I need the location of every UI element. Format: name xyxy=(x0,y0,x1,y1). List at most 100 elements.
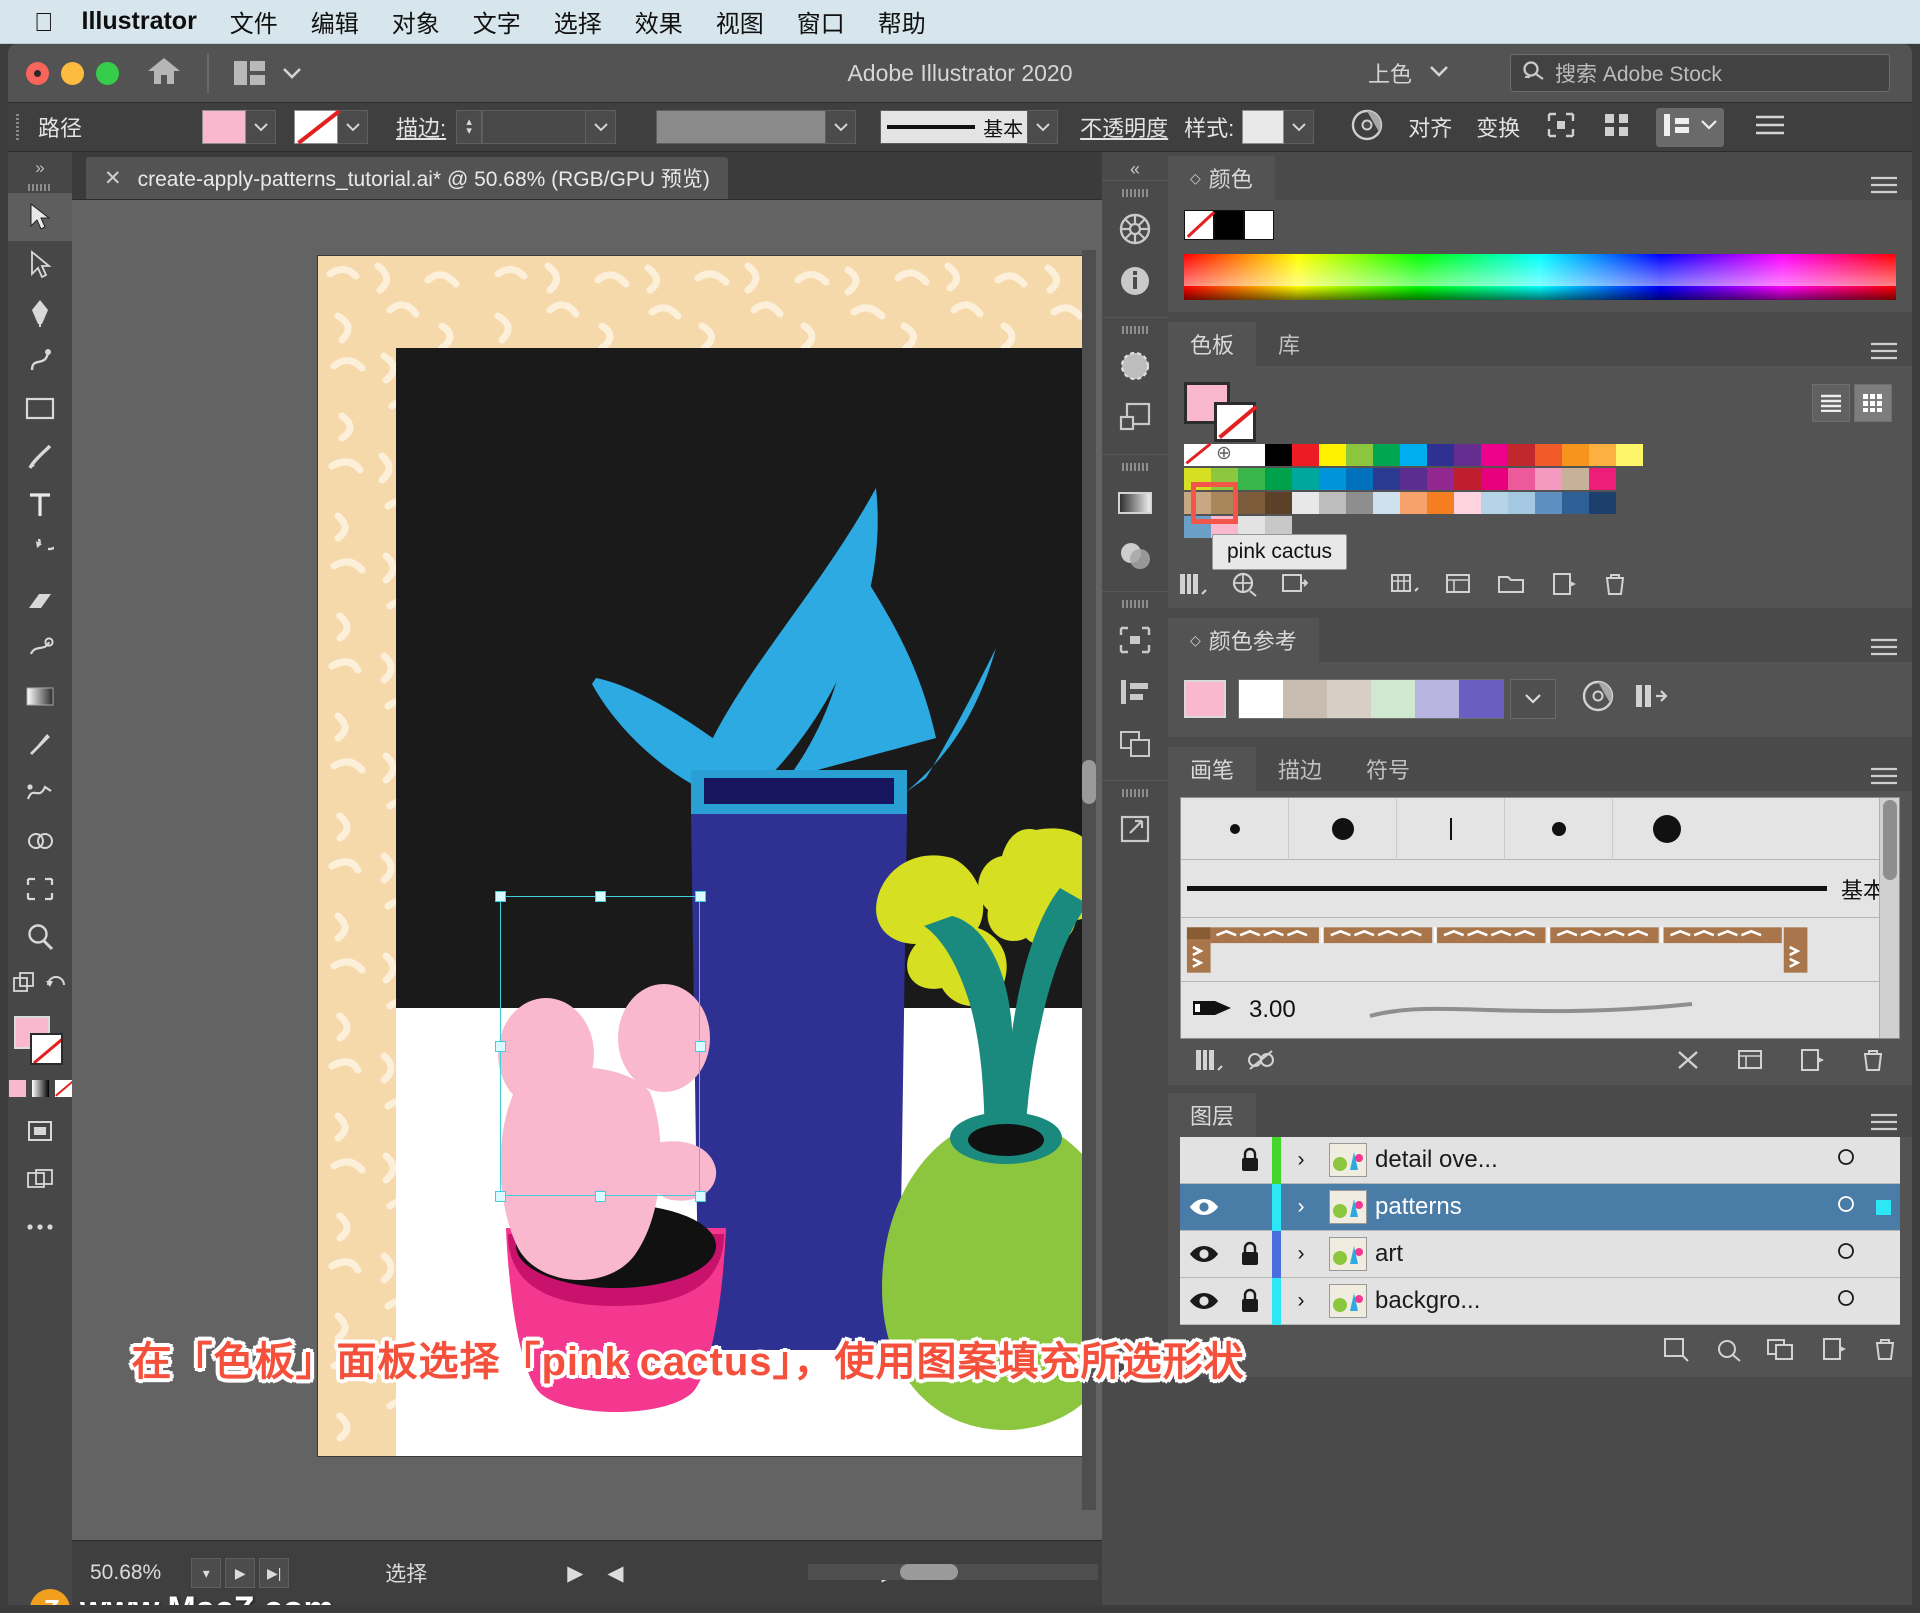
panel-menu-icon[interactable] xyxy=(1754,114,1786,141)
swatch-options-icon[interactable] xyxy=(1280,571,1309,602)
maximize-window-button[interactable] xyxy=(96,61,119,85)
pattern-circle-icon[interactable] xyxy=(1102,340,1168,392)
fill-color-swatch[interactable] xyxy=(202,110,247,144)
current-stroke-swatch[interactable] xyxy=(1214,402,1256,442)
pen-tool[interactable] xyxy=(8,289,72,337)
brush-options-panel-icon[interactable] xyxy=(1736,1047,1764,1078)
close-window-button[interactable] xyxy=(26,61,49,85)
swatch-1-11[interactable] xyxy=(1481,444,1508,466)
layer-name[interactable]: art xyxy=(1375,1240,1826,1268)
delete-layer-icon[interactable] xyxy=(1872,1336,1898,1367)
selection-handle-br[interactable] xyxy=(695,1191,706,1202)
swatch-1-16[interactable] xyxy=(1616,444,1643,466)
menu-item-edit[interactable]: 编辑 xyxy=(311,4,359,39)
make-mask-icon[interactable] xyxy=(1714,1336,1742,1367)
color-guide-harmony-strip[interactable] xyxy=(1238,678,1504,719)
swatch-3-3[interactable] xyxy=(1265,492,1292,514)
swatch-1-9[interactable] xyxy=(1427,444,1454,466)
isolate-selected-icon[interactable] xyxy=(1546,111,1576,144)
layout-switcher-icon[interactable] xyxy=(233,59,303,87)
chevron-right-icon[interactable]: › xyxy=(1281,1242,1321,1266)
lock-icon[interactable] xyxy=(1228,1288,1272,1314)
menu-item-help[interactable]: 帮助 xyxy=(878,4,926,39)
menu-item-object[interactable]: 对象 xyxy=(392,4,440,39)
delete-brush-icon[interactable] xyxy=(1860,1047,1886,1078)
canvas-horizontal-scrollbar[interactable] xyxy=(808,1564,1098,1580)
home-icon[interactable] xyxy=(147,56,181,91)
new-layer-icon[interactable] xyxy=(1820,1336,1848,1367)
brush-thin-line[interactable] xyxy=(1397,797,1505,860)
swatch-2-3[interactable] xyxy=(1265,468,1292,490)
panel-collapse-diamond-icon[interactable]: ◇ xyxy=(1190,170,1201,187)
selection-handle-mr[interactable] xyxy=(695,1041,706,1052)
rail-grip[interactable] xyxy=(1122,189,1148,197)
panel-menu-icon[interactable] xyxy=(1870,342,1898,366)
layer-selection-square[interactable] xyxy=(1866,1199,1900,1215)
rail-grip[interactable] xyxy=(1122,463,1148,471)
blend-tool[interactable] xyxy=(8,769,72,817)
brushes-scrollbar[interactable] xyxy=(1879,798,1899,1038)
brush-xl-dot[interactable] xyxy=(1613,798,1721,860)
color-guide-harmony-2[interactable] xyxy=(1327,679,1371,718)
scale-tool[interactable] xyxy=(8,625,72,673)
swatch-2-15[interactable] xyxy=(1589,468,1616,490)
artboard[interactable] xyxy=(318,256,1088,1456)
more-tools-ellipsis-icon[interactable] xyxy=(8,1203,72,1251)
swatch-options-panel-icon[interactable] xyxy=(1444,571,1472,602)
tab-libraries[interactable]: 库 xyxy=(1256,322,1323,366)
selection-handle-tc[interactable] xyxy=(595,891,606,902)
swatch-2-11[interactable] xyxy=(1481,468,1508,490)
selection-bounding-box[interactable] xyxy=(500,896,700,1196)
menu-item-type[interactable]: 文字 xyxy=(473,4,521,39)
current-fill-stroke-swatches[interactable] xyxy=(1184,382,1896,442)
tab-symbols[interactable]: 符号 xyxy=(1344,747,1433,791)
curvature-tool[interactable] xyxy=(8,337,72,385)
status-selection-label[interactable]: 选择 xyxy=(385,1558,427,1588)
edit-colors-icon[interactable] xyxy=(1580,678,1616,719)
drawing-mode-icon[interactable] xyxy=(8,1155,72,1203)
swatch-2-10[interactable] xyxy=(1454,468,1481,490)
brush-large-dot[interactable] xyxy=(1289,797,1397,860)
apple-logo-icon[interactable]:  xyxy=(34,9,54,35)
panel-menu-icon[interactable] xyxy=(1870,767,1898,791)
eye-icon[interactable] xyxy=(1180,1291,1228,1311)
target-indicator-icon[interactable] xyxy=(1826,1288,1866,1314)
tab-swatches[interactable]: 色板 xyxy=(1168,322,1257,366)
app-name-label[interactable]: Illustrator xyxy=(82,7,197,36)
brush-definition-field[interactable]: 基本 xyxy=(880,110,1029,144)
swatch-3-6[interactable] xyxy=(1346,492,1373,514)
selection-tool[interactable] xyxy=(8,193,72,241)
swatch-2-2[interactable] xyxy=(1238,468,1265,490)
color-guide-base-swatch[interactable] xyxy=(1184,679,1226,718)
brush-row-pattern[interactable] xyxy=(1181,918,1899,982)
recolor-artwork-icon[interactable] xyxy=(1350,108,1384,147)
tools-grip[interactable] xyxy=(28,184,52,191)
brush-medium-dot[interactable] xyxy=(1505,797,1613,860)
color-guide-harmony-4[interactable] xyxy=(1415,679,1459,718)
export-icon[interactable] xyxy=(1102,803,1168,855)
graphic-style-swatch[interactable] xyxy=(1242,110,1285,144)
status-expand-arrow[interactable]: ▶ xyxy=(567,1561,583,1586)
swatch-3-5[interactable] xyxy=(1319,492,1346,514)
swatch-row-3[interactable] xyxy=(1184,492,1896,514)
selection-handle-bc[interactable] xyxy=(595,1191,606,1202)
swatch-3-15[interactable] xyxy=(1589,492,1616,514)
swatch-3-13[interactable] xyxy=(1535,492,1562,514)
stroke-weight-label[interactable]: 描边: xyxy=(396,111,446,143)
swatch-3-2[interactable] xyxy=(1238,492,1265,514)
screen-mode-icon[interactable] xyxy=(8,1107,72,1155)
swatch-libraries-icon[interactable] xyxy=(1178,571,1208,602)
chevron-right-icon[interactable]: › xyxy=(1281,1148,1321,1172)
color-white-swatch[interactable] xyxy=(1244,210,1274,240)
delete-swatch-icon[interactable] xyxy=(1602,571,1628,602)
type-tool[interactable] xyxy=(8,481,72,529)
swatch-1-8[interactable] xyxy=(1400,444,1427,466)
close-icon[interactable]: ✕ xyxy=(104,166,122,191)
distribute-icon[interactable] xyxy=(1662,112,1692,143)
tab-color-guide[interactable]: ◇ 颜色参考 xyxy=(1168,618,1319,662)
new-brush-icon[interactable] xyxy=(1798,1047,1826,1078)
swatch-3-8[interactable] xyxy=(1400,492,1427,514)
target-indicator-icon[interactable] xyxy=(1826,1147,1866,1173)
brush-small-dot[interactable] xyxy=(1181,797,1289,860)
stroke-weight-input[interactable] xyxy=(482,110,587,144)
